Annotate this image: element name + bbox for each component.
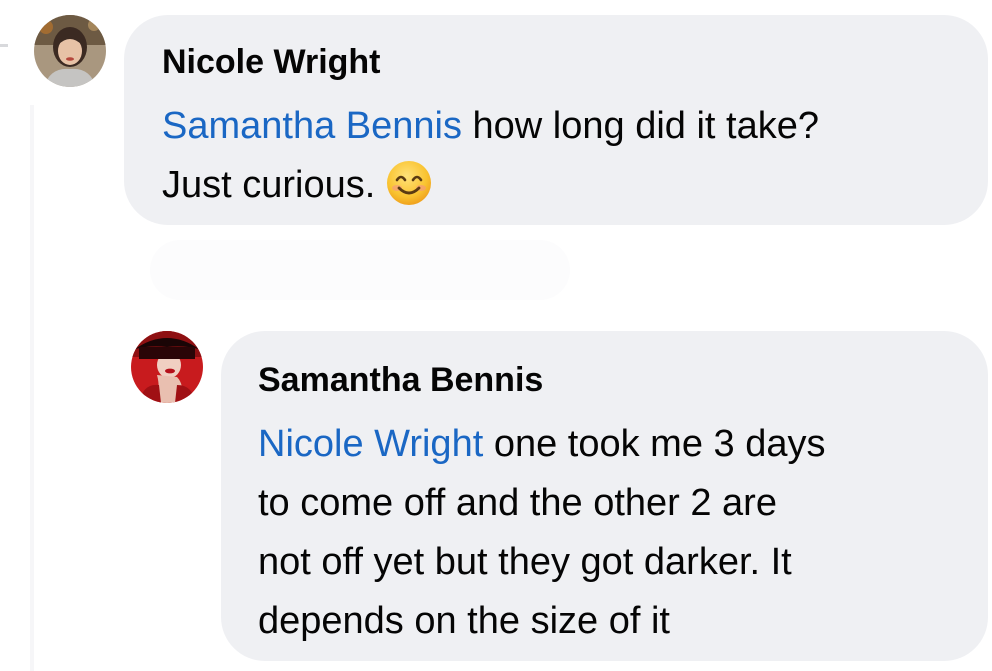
thread-line (30, 105, 34, 671)
smiling-face-icon (385, 159, 433, 225)
mention-link[interactable]: Nicole Wright (258, 423, 483, 465)
samantha-avatar[interactable] (131, 331, 203, 403)
comment-text: Samantha Bennis how long did it take? Ju… (162, 97, 958, 225)
comment-text: Nicole Wright one took me 3 days to come… (258, 415, 958, 651)
comment-bubble: Samantha Bennis Nicole Wright one took m… (221, 331, 988, 661)
comment-text-part: one took me 3 days (483, 423, 826, 465)
comment-text-part: to come off and the other 2 are (258, 482, 777, 524)
comment-text-part: Just curious. (162, 164, 376, 206)
comment-text-part: depends on the size of it (258, 600, 670, 642)
mention-link[interactable]: Samantha Bennis (162, 105, 462, 147)
comment-author[interactable]: Nicole Wright (162, 41, 958, 83)
thread-connector (0, 44, 8, 47)
nicole-avatar[interactable] (34, 15, 106, 87)
comment-author[interactable]: Samantha Bennis (258, 359, 958, 401)
comment-text-part: how long did it take? (461, 105, 819, 147)
comment-text-part: not off yet but they got darker. It (258, 541, 792, 583)
profile-photo-icon (131, 331, 203, 403)
comment-actions-placeholder (150, 240, 570, 300)
comment-bubble: Nicole Wright Samantha Bennis how long d… (124, 15, 988, 225)
comment-thread: Nicole Wright Samantha Bennis how long d… (0, 0, 992, 671)
profile-photo-icon (34, 15, 106, 87)
